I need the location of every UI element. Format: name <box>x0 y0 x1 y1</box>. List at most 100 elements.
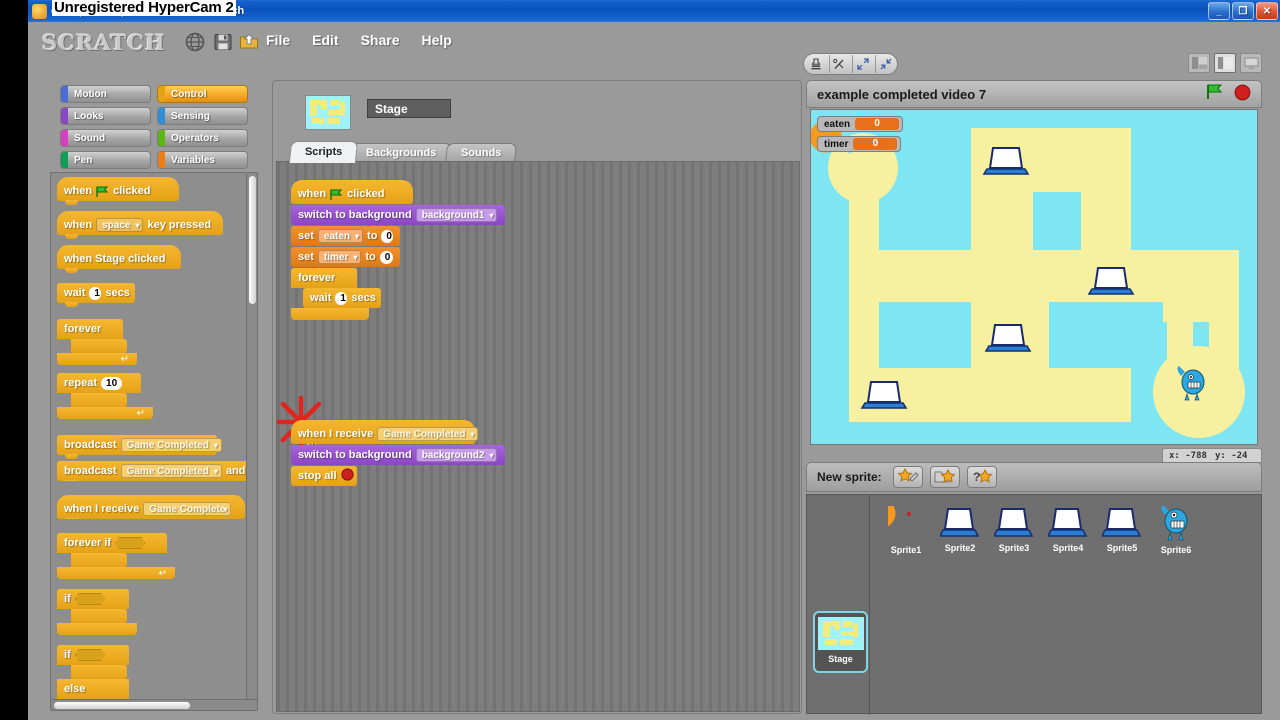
globe-icon[interactable] <box>184 31 206 53</box>
script1-wait[interactable]: wait 1 secs <box>303 288 381 308</box>
choose-new-sprite-button[interactable] <box>929 466 960 488</box>
tab-sounds[interactable]: Sounds <box>444 143 517 163</box>
current-sprite-thumbnail <box>305 95 351 130</box>
coord-y-value: -24 <box>1231 450 1248 461</box>
script1-forever-body[interactable]: wait 1 secs <box>303 288 505 308</box>
menu-share[interactable]: Share <box>361 32 400 48</box>
script1-switch-label: switch to background <box>298 209 412 221</box>
laptop-icon <box>940 508 980 537</box>
script-stack-1[interactable]: when clicked switch to background backgr… <box>291 180 505 320</box>
scripts-canvas[interactable]: when clicked switch to background backgr… <box>276 161 800 712</box>
palette-block-when-stage-clicked[interactable]: when Stage clicked <box>57 245 181 273</box>
category-pen[interactable]: Pen <box>60 151 151 169</box>
if-else-condition-slot[interactable] <box>74 649 105 661</box>
paint-new-sprite-button[interactable] <box>892 466 923 488</box>
close-button[interactable]: ✕ <box>1256 2 1278 20</box>
scissors-icon[interactable] <box>828 55 849 73</box>
palette-blocks: when clicked when space key pressed <box>57 177 253 699</box>
share-icon[interactable] <box>238 31 260 53</box>
restore-button[interactable]: ❐ <box>1232 2 1254 20</box>
minimize-button[interactable]: _ <box>1208 2 1230 20</box>
category-sound[interactable]: Sound <box>60 129 151 147</box>
palette-block-broadcast[interactable]: broadcast Game Completed <box>57 435 222 459</box>
laptop-icon <box>994 508 1034 537</box>
script1-switch-to-background[interactable]: switch to background background1 <box>291 205 505 225</box>
sprite-name-field[interactable]: Stage <box>367 99 451 118</box>
variable-dropdown-timer[interactable]: timer <box>317 250 362 265</box>
category-control[interactable]: Control <box>157 85 248 103</box>
script1-hat-when-flag-clicked[interactable]: when clicked <box>291 180 413 204</box>
palette-block-forever[interactable]: forever ↵ <box>57 319 253 365</box>
category-motion[interactable]: Motion <box>60 85 151 103</box>
script2-message-dropdown[interactable]: Game Completed <box>377 427 479 442</box>
script-stack-2[interactable]: when I receive Game Completed switch to … <box>291 420 505 486</box>
script1-wait-value-field[interactable]: 1 <box>335 291 348 305</box>
palette-block-broadcast-and-wait[interactable]: broadcast Game Completed and wait <box>57 461 249 481</box>
random-new-sprite-button[interactable]: ? <box>966 466 997 488</box>
script1-secs-label: secs <box>351 292 376 304</box>
broadcast-wait-message-dropdown[interactable]: Game Completed <box>120 464 222 479</box>
repeat-count-field[interactable]: 10 <box>101 376 123 390</box>
palette-block-if[interactable]: if <box>57 589 253 635</box>
palette-block-if-else[interactable]: if else <box>57 645 253 699</box>
script2-hat-when-i-receive[interactable]: when I receive Game Completed <box>291 420 479 444</box>
palette-horizontal-scrollbar[interactable] <box>50 699 258 711</box>
broadcast-message-dropdown[interactable]: Game Completed <box>120 438 222 453</box>
small-stage-layout-button[interactable] <box>1188 53 1210 73</box>
script2-stop-all[interactable]: stop all <box>291 466 357 486</box>
presentation-mode-button[interactable] <box>1240 53 1262 73</box>
watcher-timer[interactable]: timer 0 <box>817 136 902 152</box>
sprite-item-6[interactable]: Sprite6 <box>1151 501 1201 569</box>
sprite-item-2[interactable]: Sprite2 <box>935 501 985 569</box>
stage-canvas[interactable]: eaten 0 timer 0 <box>810 109 1258 445</box>
wait-value-field[interactable]: 1 <box>89 286 102 300</box>
grow-icon[interactable] <box>852 55 872 73</box>
palette-block-repeat[interactable]: repeat 10 ↵ <box>57 373 253 419</box>
set-eaten-value-field[interactable]: 0 <box>381 229 394 243</box>
forever-if-condition-slot[interactable] <box>115 537 146 549</box>
set-timer-value-field[interactable]: 0 <box>379 250 393 264</box>
palette-block-forever-if[interactable]: forever if ↵ <box>57 533 253 579</box>
palette-block-wait[interactable]: wait 1 secs <box>57 283 135 307</box>
variable-dropdown-eaten[interactable]: eaten <box>317 229 364 244</box>
palette-block-when-i-receive[interactable]: when I receive Game Complete <box>57 495 245 519</box>
tab-backgrounds[interactable]: Backgrounds <box>350 143 453 163</box>
normal-stage-layout-button[interactable] <box>1214 53 1236 73</box>
menu-edit[interactable]: Edit <box>312 32 338 48</box>
palette-block-when-flag-clicked[interactable]: when clicked <box>57 177 179 205</box>
script2-switch-to-background[interactable]: switch to background background2 <box>291 445 505 465</box>
category-operators[interactable]: Operators <box>157 129 248 147</box>
block-label-clicked: clicked <box>113 185 151 197</box>
script1-set-timer[interactable]: set timer to 0 <box>291 247 400 267</box>
key-dropdown[interactable]: space <box>96 218 144 233</box>
sprite-item-1[interactable]: Sprite1 <box>881 501 931 569</box>
shrink-icon[interactable] <box>875 55 895 73</box>
palette-vertical-scrollbar[interactable] <box>246 173 257 703</box>
category-looks[interactable]: Looks <box>60 107 151 125</box>
category-variables[interactable]: Variables <box>157 151 248 169</box>
background-dropdown-1[interactable]: background1 <box>415 208 498 223</box>
menu-file[interactable]: File <box>266 32 290 48</box>
receive-message-dropdown[interactable]: Game Complete <box>143 502 232 517</box>
green-flag-button[interactable] <box>1206 84 1224 104</box>
background-dropdown-2[interactable]: background2 <box>415 448 498 463</box>
menu-help[interactable]: Help <box>422 32 452 48</box>
view-buttons <box>1188 53 1262 73</box>
watcher-eaten[interactable]: eaten 0 <box>817 116 904 132</box>
stage-list-item[interactable]: Stage <box>813 611 868 673</box>
if-condition-slot[interactable] <box>74 593 105 605</box>
script1-forever[interactable]: forever <box>291 268 357 288</box>
script1-set-eaten[interactable]: set eaten to 0 <box>291 226 400 246</box>
sprite-item-5[interactable]: Sprite5 <box>1097 501 1147 569</box>
tab-scripts[interactable]: Scripts <box>288 141 359 163</box>
save-icon[interactable] <box>212 31 234 53</box>
stamp-icon[interactable] <box>806 55 826 73</box>
script1-clicked-label: clicked <box>347 188 385 200</box>
stop-button[interactable] <box>1234 84 1251 105</box>
laptop-icon <box>1048 508 1088 537</box>
stage-controls <box>1206 84 1251 105</box>
sprite-item-3[interactable]: Sprite3 <box>989 501 1039 569</box>
sprite-item-4[interactable]: Sprite4 <box>1043 501 1093 569</box>
category-sensing[interactable]: Sensing <box>157 107 248 125</box>
palette-block-when-key-pressed[interactable]: when space key pressed <box>57 211 223 239</box>
